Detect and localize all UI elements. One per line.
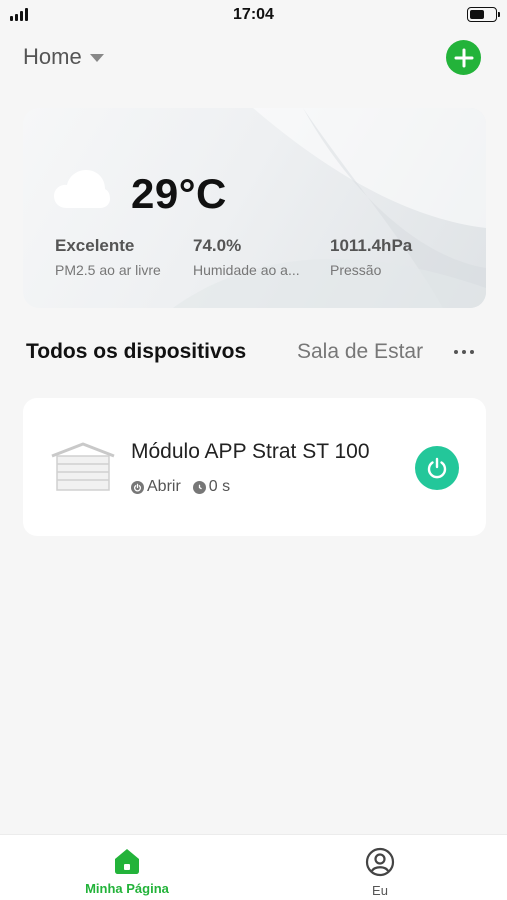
device-name: Módulo APP Strat ST 100 (131, 440, 370, 463)
humidity-label: Humidade ao a... (193, 262, 300, 278)
humidity-value: 74.0% (193, 236, 242, 255)
more-dot-icon (454, 350, 458, 354)
devices-section-header: Todos os dispositivos Sala de Estar (0, 334, 507, 370)
status-time: 17:04 (233, 6, 274, 23)
tab-me[interactable]: Eu (320, 847, 440, 898)
power-button[interactable] (415, 446, 459, 490)
caret-down-icon (89, 54, 104, 62)
home-icon (115, 849, 139, 874)
pressure-stat: 1011.4hPa Pressão (330, 236, 460, 278)
cloud-icon (54, 170, 110, 208)
home-title: Home (23, 44, 82, 69)
more-dot-icon (470, 350, 474, 354)
tab-home[interactable]: Minha Página (67, 847, 187, 896)
device-action: Abrir (131, 478, 181, 496)
profile-icon (365, 847, 395, 877)
home-selector[interactable]: Home (23, 44, 104, 70)
device-timer-label: 0 s (208, 478, 231, 495)
air-quality-label: PM2.5 ao ar livre (55, 262, 161, 278)
battery-fill (470, 10, 484, 19)
status-bar: 17:04 (0, 0, 507, 30)
header: Home (0, 36, 507, 80)
power-small-icon (131, 480, 144, 494)
tab-bar: Minha Página Eu (0, 834, 507, 900)
plus-icon (454, 48, 473, 67)
battery-icon (467, 7, 500, 22)
garage-door-icon (51, 442, 115, 491)
more-dot-icon (462, 350, 466, 354)
tab-home-label: Minha Página (85, 881, 169, 896)
pressure-value: 1011.4hPa (330, 236, 413, 255)
device-action-label: Abrir (147, 478, 181, 495)
more-options-button[interactable] (448, 342, 480, 362)
humidity-stat: 74.0% Humidade ao a... (193, 236, 318, 278)
tab-me-label: Eu (372, 883, 388, 898)
pressure-label: Pressão (330, 262, 382, 278)
device-card[interactable]: Módulo APP Strat ST 100 Abrir 0 s (23, 398, 486, 536)
air-quality-stat: Excelente PM2.5 ao ar livre (55, 236, 185, 278)
temperature: 29°C (131, 170, 227, 217)
all-devices-tab[interactable]: Todos os dispositivos (26, 340, 246, 364)
add-device-button[interactable] (446, 40, 481, 75)
air-quality-value: Excelente (55, 236, 135, 255)
timer-icon (192, 480, 206, 494)
power-icon (427, 457, 447, 479)
weather-card[interactable]: 29°C Excelente PM2.5 ao ar livre 74.0% H… (23, 108, 486, 308)
living-room-tab[interactable]: Sala de Estar (297, 340, 423, 364)
device-meta: Abrir 0 s (131, 478, 242, 496)
signal-icon (10, 8, 28, 21)
device-timer: 0 s (192, 478, 231, 496)
